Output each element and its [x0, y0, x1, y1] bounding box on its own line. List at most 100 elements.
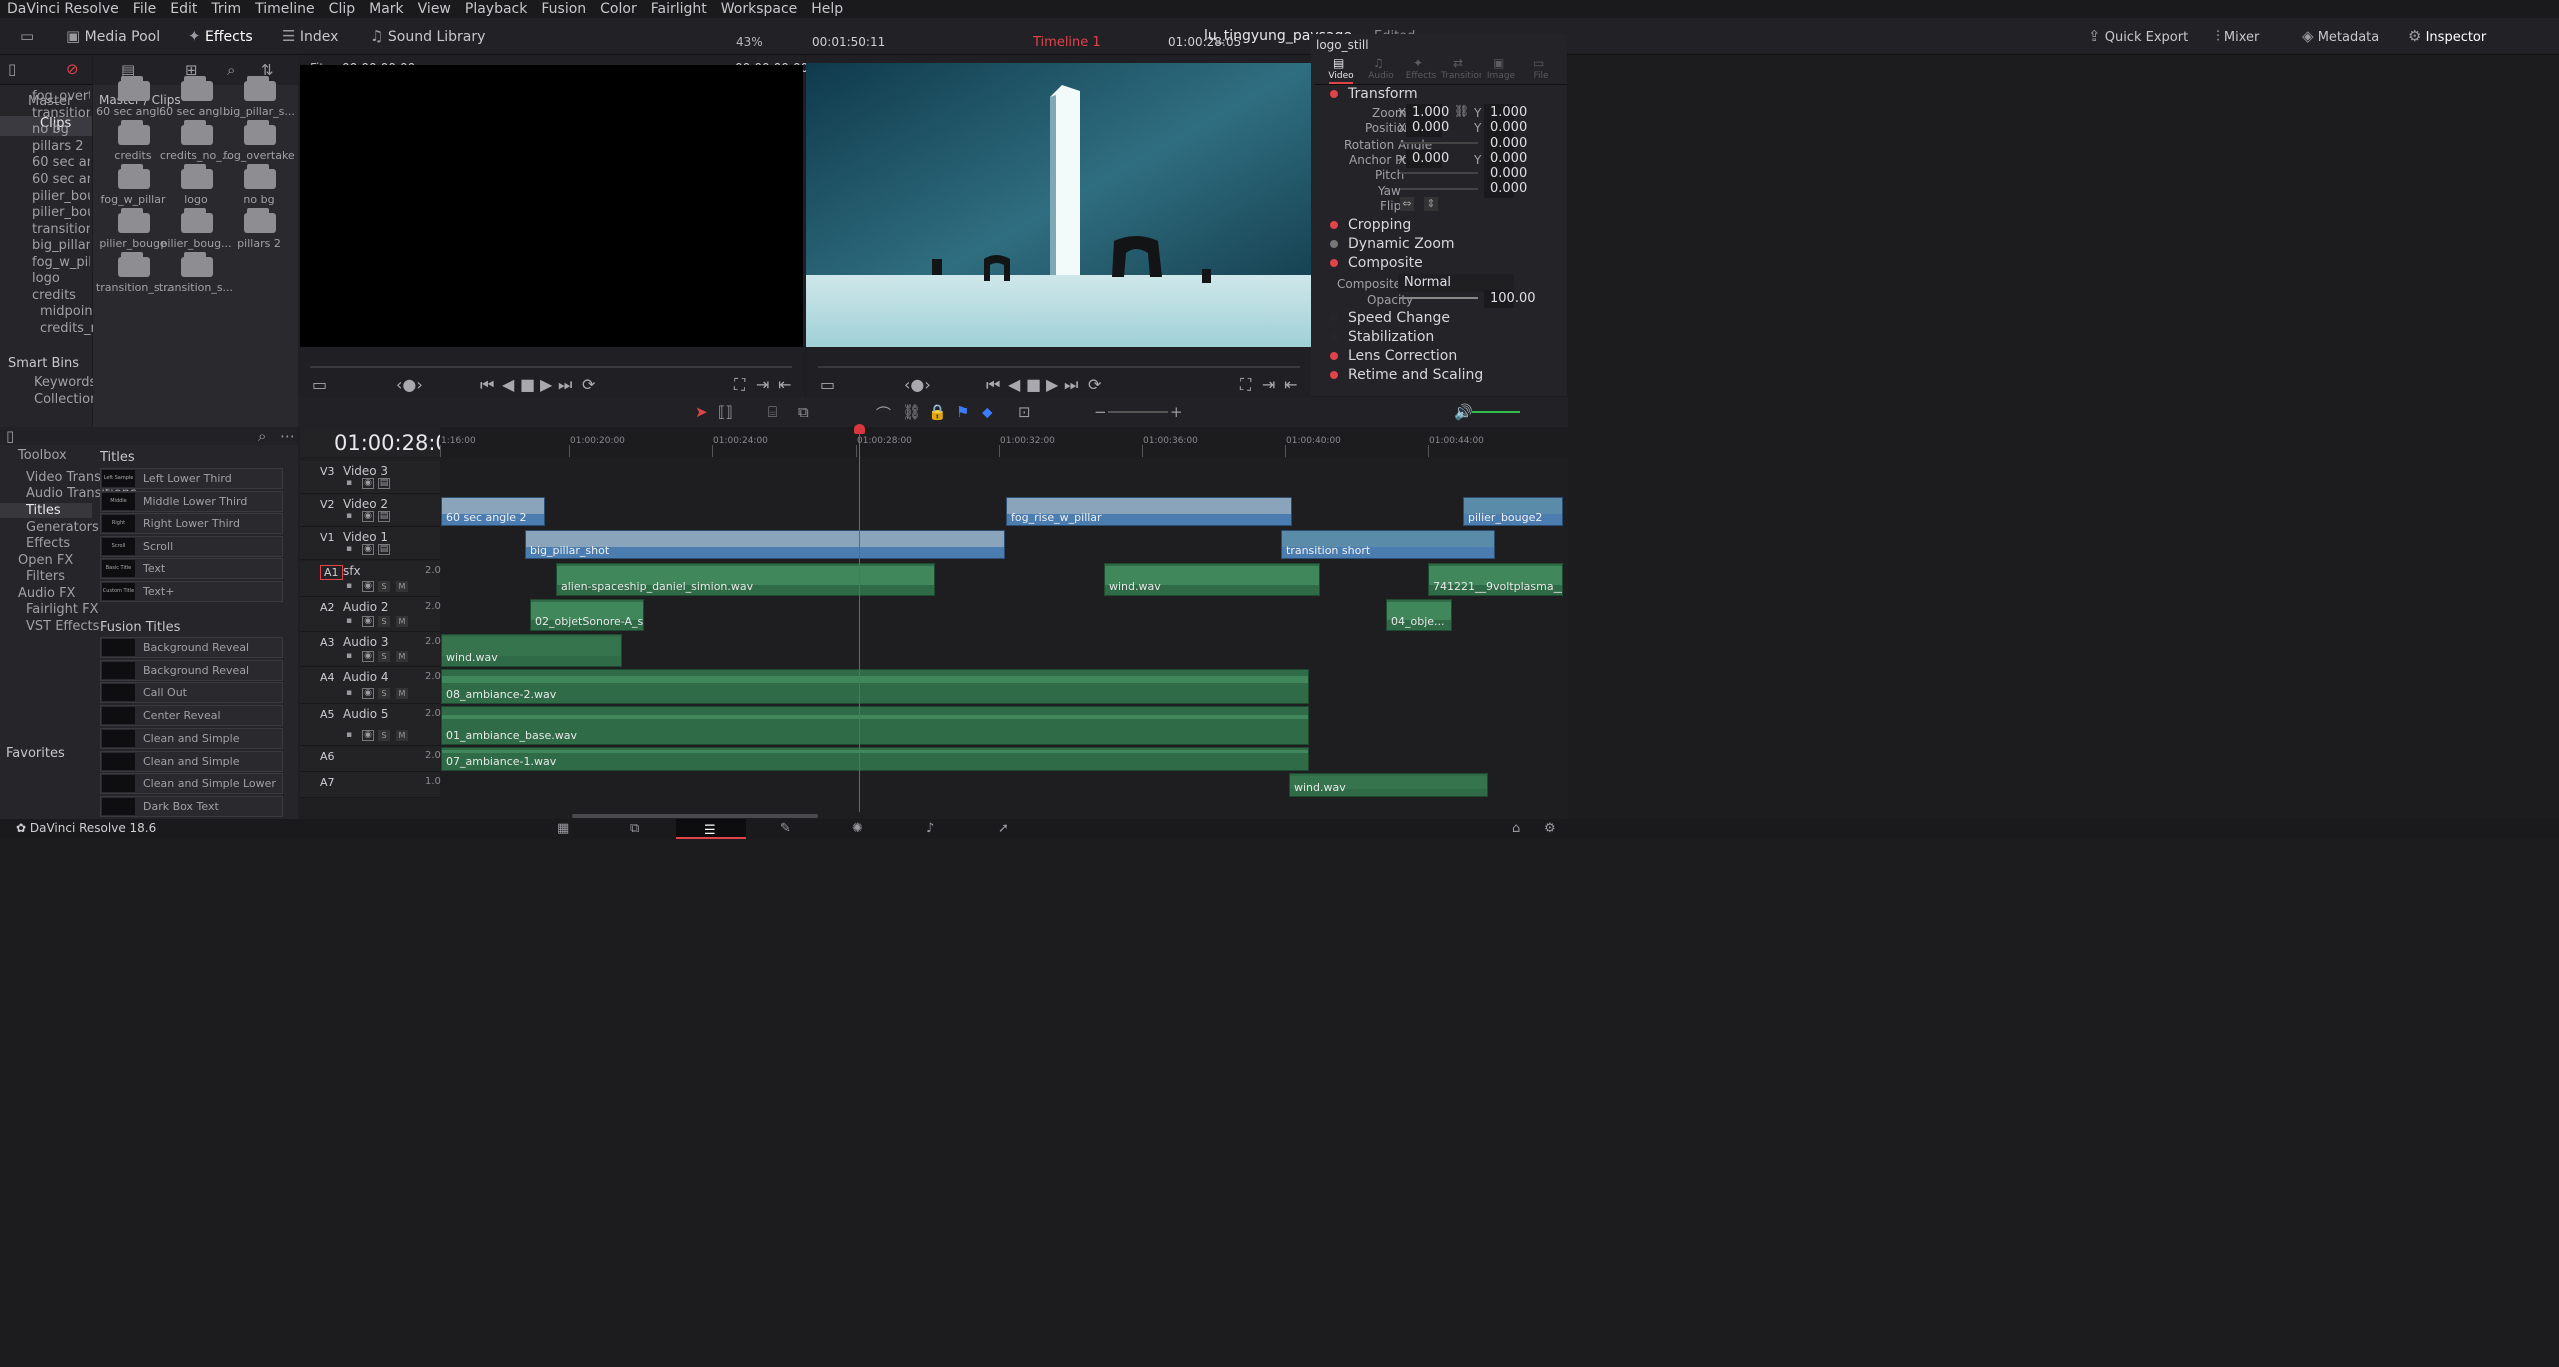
- go-to-end-icon[interactable]: ⏭: [558, 375, 572, 395]
- playhead[interactable]: [859, 427, 860, 812]
- mark-in-icon[interactable]: ⇥: [1262, 375, 1275, 394]
- quick-export-button[interactable]: ⇪ Quick Export: [2088, 18, 2188, 55]
- marker-icon[interactable]: ⬥: [982, 403, 993, 421]
- volume-slider[interactable]: [1472, 411, 1520, 413]
- menu-item-timeline[interactable]: Timeline: [248, 0, 322, 18]
- sound-library-button[interactable]: ♫ Sound Library: [370, 18, 485, 55]
- tab-audio-icon[interactable]: ♫: [1373, 56, 1384, 70]
- folder-icon[interactable]: [118, 208, 150, 233]
- title-tile[interactable]: Basic Title Text: [100, 558, 283, 579]
- media-page-icon[interactable]: ▦: [557, 821, 569, 836]
- audio-clip[interactable]: 01_ambiance_base.wav: [441, 706, 1309, 745]
- mark-out-icon[interactable]: ⇤: [1284, 375, 1297, 394]
- toggle-visibility-icon[interactable]: ◉: [362, 511, 374, 522]
- effects-nav-item[interactable]: Audio FX: [18, 586, 75, 601]
- timeline-scrubber[interactable]: [818, 366, 1300, 368]
- lock-icon[interactable]: ▪: [346, 730, 352, 740]
- stop-icon[interactable]: ■: [1026, 375, 1041, 394]
- audio-clip[interactable]: wind.wav: [1289, 773, 1488, 797]
- audio-clip[interactable]: alien-spaceship_daniel_simion.wav: [556, 563, 935, 596]
- audio-clip[interactable]: wind.wav: [441, 634, 622, 667]
- auto-select-icon[interactable]: ▤: [378, 511, 390, 522]
- volume-icon[interactable]: 🔊: [1454, 403, 1473, 421]
- toggle-visibility-icon[interactable]: ◉: [362, 651, 374, 662]
- solo-button[interactable]: S: [378, 651, 390, 662]
- play-icon[interactable]: ▶: [540, 375, 552, 394]
- viewer-zoom[interactable]: 43%: [736, 35, 763, 49]
- viewer-options-icon[interactable]: ▭: [312, 375, 327, 394]
- disabled-dot[interactable]: [1330, 240, 1338, 248]
- media-pool-button[interactable]: ▣ Media Pool: [66, 18, 160, 55]
- lock-icon[interactable]: ▪: [346, 478, 352, 488]
- auto-select-icon[interactable]: ▤: [378, 478, 390, 489]
- menu-item-view[interactable]: View: [411, 0, 458, 18]
- link-icon[interactable]: ⛓: [1454, 104, 1469, 118]
- fairlight-page-icon[interactable]: ♪: [926, 821, 934, 836]
- yaw-slider[interactable]: [1400, 188, 1478, 190]
- enable-dot[interactable]: [1330, 352, 1338, 360]
- video-clip[interactable]: fog_rise_w_pillar: [1006, 497, 1292, 526]
- toggle-visibility-icon[interactable]: ◉: [362, 688, 374, 699]
- program-video-frame[interactable]: [806, 63, 1311, 347]
- auto-select-icon[interactable]: ▤: [378, 544, 390, 555]
- effects-nav-item[interactable]: Generators: [26, 520, 99, 535]
- lock-icon[interactable]: 🔒: [928, 403, 947, 421]
- fusion-title-tile[interactable]: Clean and Simple Heading Lower Third: [100, 750, 283, 787]
- menu-item-workspace[interactable]: Workspace: [714, 0, 805, 18]
- folder-icon[interactable]: [181, 252, 213, 277]
- effects-nav-item[interactable]: Effects: [26, 536, 70, 551]
- folder-icon[interactable]: [118, 120, 150, 145]
- bin-item[interactable]: no bg: [32, 122, 90, 137]
- flip-horizontal-icon[interactable]: ⇔: [1400, 197, 1414, 211]
- search-icon[interactable]: ⌕: [227, 61, 235, 79]
- bin-item[interactable]: credits: [32, 288, 90, 303]
- play-reverse-icon[interactable]: ◀: [1008, 375, 1020, 394]
- effects-button[interactable]: ✦ Effects: [188, 18, 253, 55]
- menu-item-mark[interactable]: Mark: [362, 0, 411, 18]
- title-tile[interactable]: Scroll Scroll: [100, 535, 283, 557]
- fusion-page-icon[interactable]: ✎: [780, 821, 791, 836]
- bin-item[interactable]: pilier_bouge: [32, 189, 90, 204]
- inspector-button[interactable]: ⚙ Inspector: [2408, 18, 2486, 55]
- lock-icon[interactable]: ▪: [346, 544, 352, 554]
- lock-icon[interactable]: ▪: [346, 581, 352, 591]
- menu-item-fusion[interactable]: Fusion: [534, 0, 593, 18]
- bin-item[interactable]: pillars 2: [32, 139, 90, 154]
- panel-toggle-icon[interactable]: ▯: [8, 60, 16, 78]
- match-frame-icon[interactable]: ⛶: [734, 375, 745, 395]
- anchor-x-field[interactable]: 0.000: [1406, 150, 1449, 168]
- menu-item-file[interactable]: File: [126, 0, 163, 18]
- rotation-slider[interactable]: [1400, 142, 1478, 144]
- title-tile[interactable]: Right Sample Right Lower Third: [100, 513, 283, 534]
- mute-button[interactable]: M: [396, 730, 408, 741]
- fusion-title-tile[interactable]: Dark Box Text: [100, 795, 283, 817]
- bin-item[interactable]: transition_...: [32, 222, 90, 237]
- insert-icon[interactable]: ⧉: [798, 403, 809, 421]
- bin-item[interactable]: fog_w_pillar: [32, 255, 90, 270]
- tab-transition-icon[interactable]: ⇄: [1453, 56, 1463, 70]
- smart-bin-keywords[interactable]: Keywords: [34, 375, 96, 390]
- go-to-start-icon[interactable]: ⏮: [480, 375, 494, 395]
- fusion-title-tile[interactable]: Background Reveal: [100, 637, 283, 658]
- toggle-visibility-icon[interactable]: ◉: [362, 730, 374, 741]
- solo-button[interactable]: S: [378, 581, 390, 592]
- mixer-button[interactable]: ⫶ Mixer: [2216, 18, 2259, 55]
- play-reverse-icon[interactable]: ◀: [502, 375, 514, 394]
- tab-video-icon[interactable]: ▤: [1333, 56, 1344, 70]
- flag-icon[interactable]: ⚑: [956, 403, 969, 421]
- timeline-selector[interactable]: Timeline 1: [1033, 35, 1101, 50]
- mute-button[interactable]: M: [396, 581, 408, 592]
- position-x-field[interactable]: 0.000: [1406, 119, 1449, 137]
- zoom-in-icon[interactable]: +: [1170, 403, 1183, 421]
- loop-icon[interactable]: ⟳: [582, 375, 595, 394]
- effects-nav-item[interactable]: Filters: [26, 569, 65, 584]
- bin-item[interactable]: transition_...: [32, 106, 90, 121]
- snapping-icon[interactable]: ⌒: [876, 403, 891, 424]
- title-tile[interactable]: Middle Middle Lower Third: [100, 490, 283, 512]
- metadata-button[interactable]: ◈ Metadata: [2302, 18, 2379, 55]
- bin-item[interactable]: midpoint: [40, 304, 98, 319]
- opacity-slider[interactable]: [1400, 297, 1478, 299]
- yaw-field[interactable]: 0.000: [1484, 180, 1527, 198]
- bin-item[interactable]: 60 sec ang...: [32, 155, 90, 170]
- trim-tool-icon[interactable]: ⟦⟧: [718, 403, 733, 421]
